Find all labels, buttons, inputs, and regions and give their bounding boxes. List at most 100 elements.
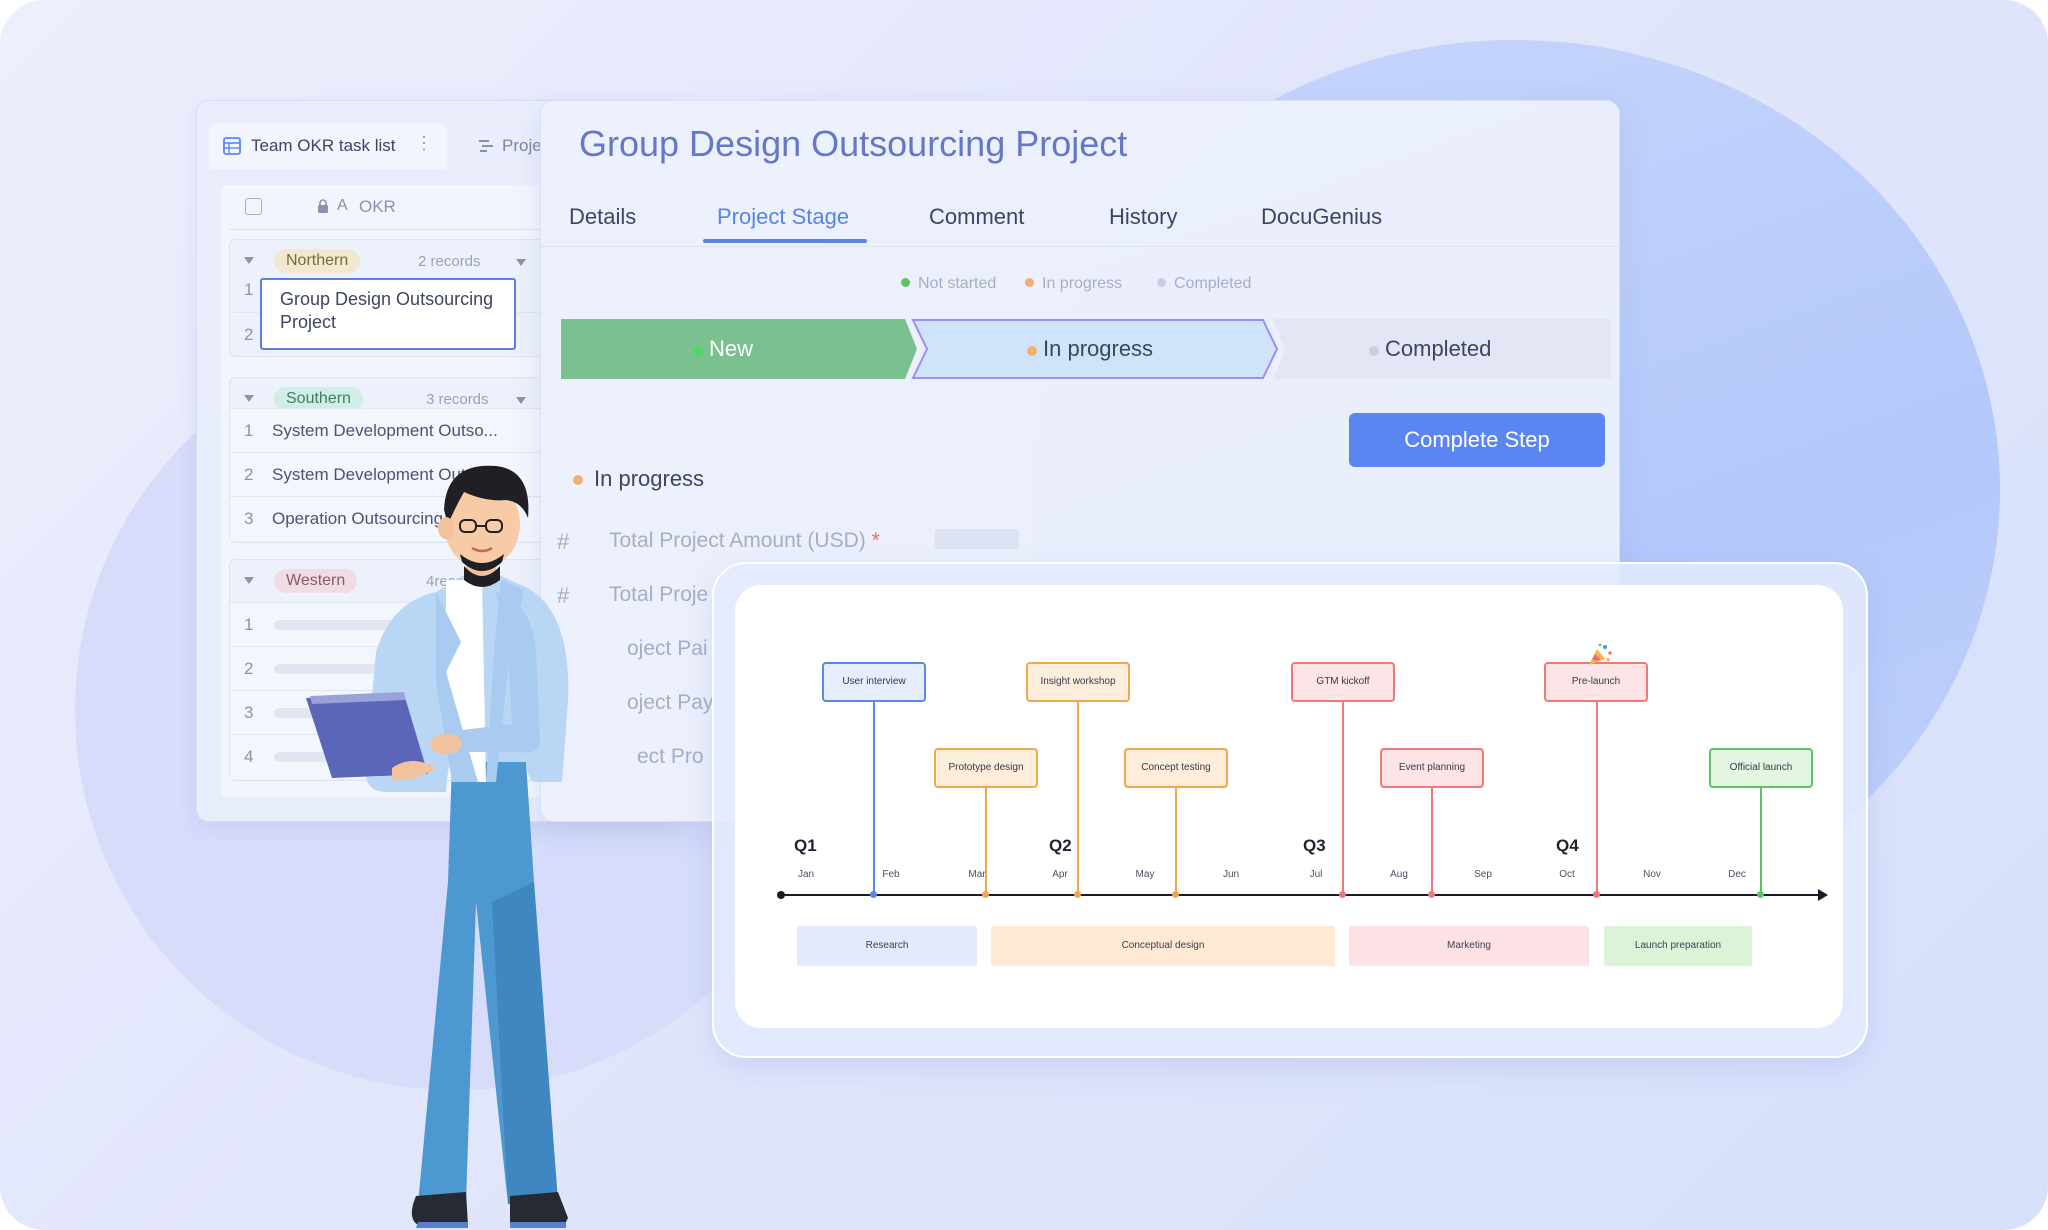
tab-comment[interactable]: Comment xyxy=(929,204,1024,230)
stage-label: New xyxy=(709,336,754,361)
month-label: Feb xyxy=(882,869,900,880)
milestone-line xyxy=(1596,702,1598,894)
milestone-dot xyxy=(1172,891,1179,898)
milestone-concept-testing[interactable]: Concept testing xyxy=(1124,748,1228,788)
arrow-right-icon xyxy=(1818,889,1828,901)
milestone-event-planning[interactable]: Event planning xyxy=(1380,748,1484,788)
row-number: 1 xyxy=(244,280,254,299)
record-title: Group Design Outsourcing Project xyxy=(579,123,1128,164)
tab-docugenius[interactable]: DocuGenius xyxy=(1261,204,1382,230)
row-title: System Development Outso... xyxy=(272,421,498,440)
status-dot-icon xyxy=(1157,278,1166,287)
milestone-line xyxy=(1077,702,1079,894)
tab-divider xyxy=(541,246,1619,247)
lock-icon xyxy=(318,199,328,213)
tab-details[interactable]: Details xyxy=(569,204,636,230)
legend-label: Not started xyxy=(918,275,997,292)
row-number: 1 xyxy=(244,615,254,634)
milestone-dot xyxy=(1757,891,1764,898)
person-illustration xyxy=(306,465,569,1228)
month-label: Dec xyxy=(1728,869,1746,880)
field-value[interactable] xyxy=(935,529,1019,549)
month-label: Jul xyxy=(1309,869,1323,880)
quarter-label: Q2 xyxy=(1049,836,1072,855)
milestone-line xyxy=(1760,788,1762,894)
quarter-label: Q3 xyxy=(1303,836,1326,855)
legend-label: In progress xyxy=(1042,275,1123,292)
table-icon xyxy=(223,137,241,155)
axis-start-dot xyxy=(777,891,785,899)
more-icon[interactable]: ⋮ xyxy=(415,133,433,154)
timeline-axis xyxy=(780,894,1820,896)
month-label: Jun xyxy=(1222,869,1240,880)
tab-team-okr[interactable]: Team OKR task list ⋮ xyxy=(209,123,447,169)
collapse-caret-icon[interactable] xyxy=(244,257,254,264)
milestone-dot xyxy=(870,891,877,898)
text-field-icon: A xyxy=(337,197,348,214)
month-label: Aug xyxy=(1390,869,1408,880)
tab-project[interactable]: Proje xyxy=(502,136,542,156)
party-popper-icon xyxy=(1589,643,1612,665)
row-number: 2 xyxy=(244,325,254,344)
milestone-line xyxy=(1342,702,1344,894)
milestone-insight-workshop[interactable]: Insight workshop xyxy=(1026,662,1130,702)
tab-project-stage[interactable]: Project Stage xyxy=(717,204,849,230)
month-label: May xyxy=(1135,869,1155,880)
milestone-dot xyxy=(1074,891,1081,898)
milestone-dot xyxy=(982,891,989,898)
milestone-official-launch[interactable]: Official launch xyxy=(1709,748,1813,788)
month-label: Mar xyxy=(968,869,986,880)
chevron-down-icon[interactable] xyxy=(516,397,526,404)
background: Team OKR task list ⋮ Proje A OKR Norther… xyxy=(0,0,2048,1230)
phase-research: Research xyxy=(797,926,977,966)
phase-marketing: Marketing xyxy=(1349,926,1589,966)
month-label: Sep xyxy=(1474,869,1492,880)
tab-history[interactable]: History xyxy=(1109,204,1177,230)
legend-label: Completed xyxy=(1174,275,1252,292)
required-mark: * xyxy=(871,529,880,552)
milestone-line xyxy=(873,702,875,894)
complete-step-button[interactable]: Complete Step xyxy=(1349,413,1605,467)
row-number: 2 xyxy=(244,659,254,678)
month-label: Oct xyxy=(1559,869,1575,880)
milestone-line xyxy=(1431,788,1433,894)
stage-in-progress[interactable]: In progress xyxy=(913,319,1263,379)
milestone-dot xyxy=(1339,891,1346,898)
milestone-dot xyxy=(1593,891,1600,898)
active-tab-indicator xyxy=(703,239,867,243)
select-all-checkbox[interactable] xyxy=(245,198,262,215)
collapse-caret-icon[interactable] xyxy=(244,395,254,402)
milestone-gtm-kickoff[interactable]: GTM kickoff xyxy=(1291,662,1395,702)
cell-text-line: Project xyxy=(280,312,337,332)
milestone-pre-launch[interactable]: Pre-launch xyxy=(1544,662,1648,702)
row-number: 2 xyxy=(244,465,254,484)
selected-cell[interactable]: Group Design Outsourcing Project xyxy=(260,278,516,350)
phase-conceptual-design: Conceptual design xyxy=(991,926,1335,966)
phase-launch-preparation: Launch preparation xyxy=(1604,926,1752,966)
milestone-prototype-design[interactable]: Prototype design xyxy=(934,748,1038,788)
collapse-caret-icon[interactable] xyxy=(244,577,254,584)
stage-completed[interactable]: Completed xyxy=(1273,319,1613,379)
milestone-user-interview[interactable]: User interview xyxy=(822,662,926,702)
legend-not-started: Not started xyxy=(901,275,996,293)
legend-completed: Completed xyxy=(1157,275,1251,293)
stage-new[interactable]: New xyxy=(561,319,911,379)
month-label: Apr xyxy=(1052,869,1068,880)
row-number: 1 xyxy=(244,421,254,440)
row-number: 3 xyxy=(244,703,254,722)
quarter-label: Q1 xyxy=(794,836,817,855)
status-dot-icon xyxy=(901,278,910,287)
chevron-down-icon[interactable] xyxy=(516,259,526,266)
legend-in-progress: In progress xyxy=(1025,275,1122,293)
row-number: 4 xyxy=(244,747,254,766)
column-header-okr[interactable]: OKR xyxy=(359,197,396,217)
tab-label: Team OKR task list xyxy=(251,136,396,155)
stage-label: In progress xyxy=(1043,336,1154,361)
milestone-line xyxy=(1175,788,1177,894)
row-number: 3 xyxy=(244,509,254,528)
group-count: 3 records xyxy=(426,391,489,408)
gantt-icon xyxy=(479,140,493,152)
month-label: Jan xyxy=(797,869,815,880)
milestone-dot xyxy=(1428,891,1435,898)
status-dot-icon xyxy=(693,346,703,356)
